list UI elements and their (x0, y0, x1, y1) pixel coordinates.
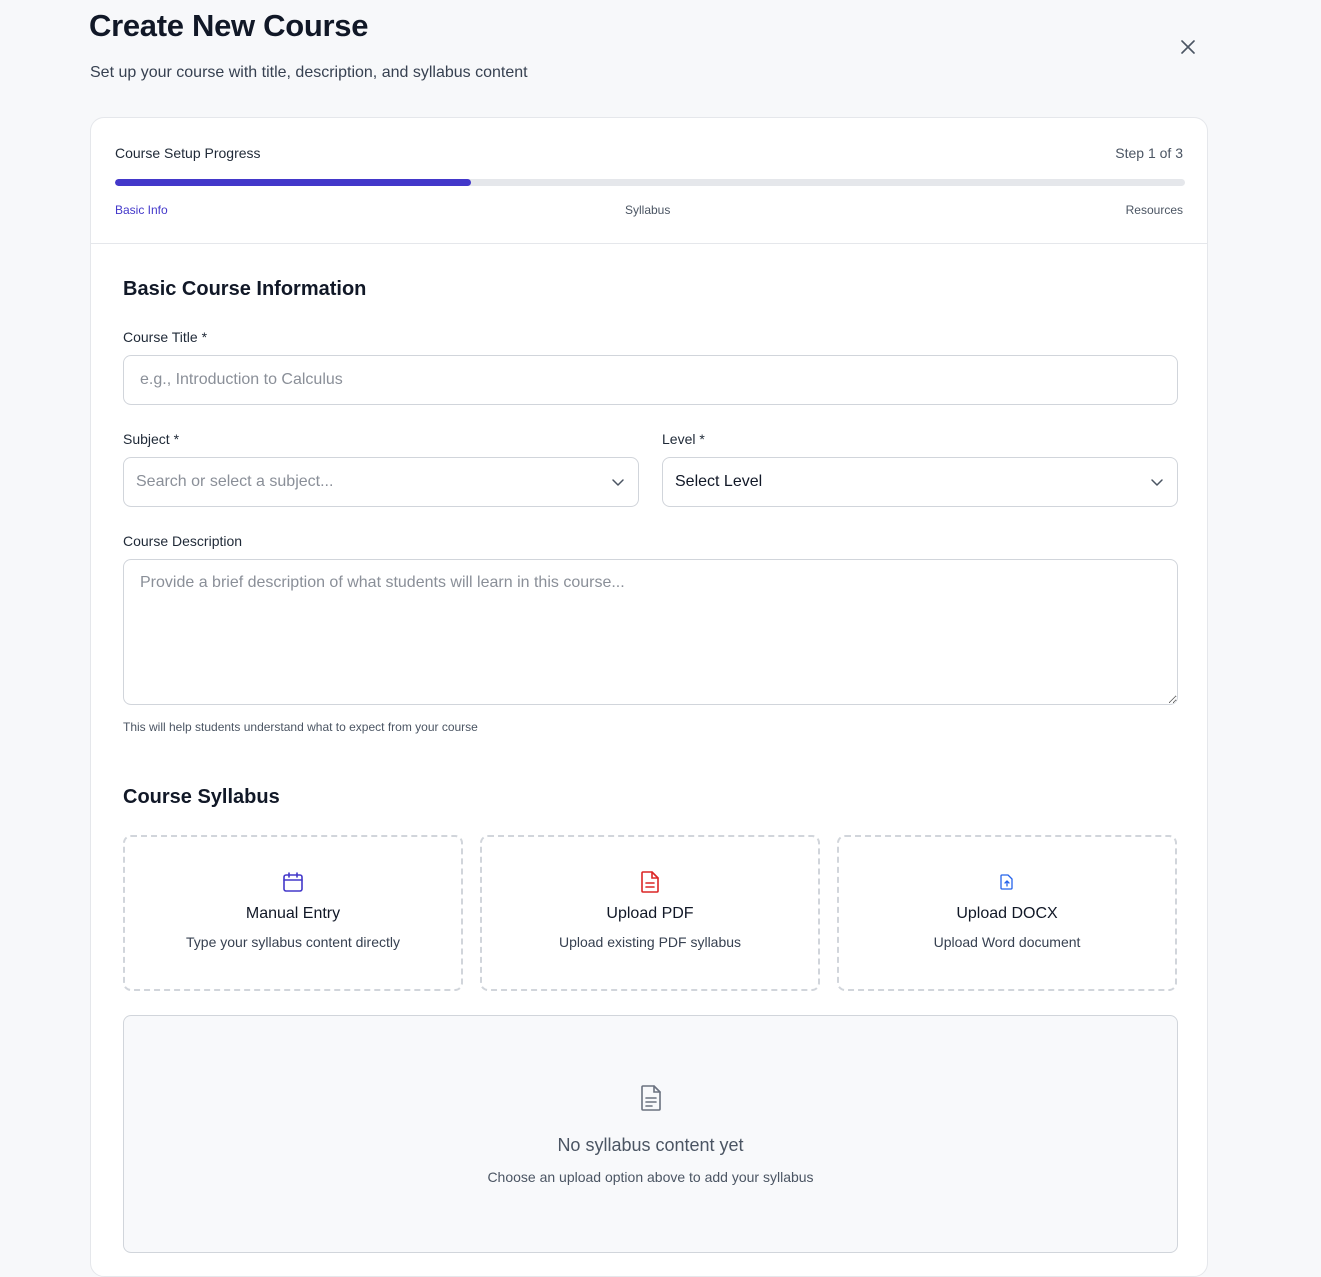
course-form-card: Course Setup Progress Step 1 of 3 Basic … (90, 117, 1208, 1277)
upload-pdf-option[interactable]: Upload PDF Upload existing PDF syllabus (480, 835, 820, 991)
step-resources[interactable]: Resources (1126, 203, 1183, 217)
progress-label: Course Setup Progress (115, 145, 261, 161)
course-title-label: Course Title * (123, 329, 208, 345)
step-basic-info[interactable]: Basic Info (115, 203, 168, 217)
subject-label: Subject * (123, 431, 180, 447)
course-description-label: Course Description (123, 533, 243, 549)
document-icon (638, 1084, 664, 1117)
basic-info-heading: Basic Course Information (123, 278, 367, 300)
upload-docx-title: Upload DOCX (956, 905, 1058, 922)
progress-section: Course Setup Progress Step 1 of 3 Basic … (91, 118, 1207, 244)
level-select-value: Select Level (675, 473, 763, 490)
upload-pdf-description: Upload existing PDF syllabus (558, 934, 742, 950)
chevron-down-icon (1149, 474, 1165, 490)
empty-state-title: No syllabus content yet (557, 1135, 744, 1155)
syllabus-heading: Course Syllabus (123, 786, 280, 808)
manual-entry-description: Type your syllabus content directly (186, 934, 400, 950)
subject-select[interactable]: Search or select a subject... (123, 457, 639, 507)
progress-bar (115, 179, 1185, 186)
file-upload-icon (1000, 870, 1014, 894)
course-title-input[interactable] (123, 355, 1178, 405)
syllabus-empty-state: No syllabus content yet Choose an upload… (123, 1015, 1178, 1253)
chevron-down-icon (610, 474, 626, 490)
upload-docx-description: Upload Word document (933, 934, 1081, 950)
progress-step-counter: Step 1 of 3 (1115, 145, 1183, 161)
progress-bar-fill (115, 179, 472, 186)
close-icon (1181, 40, 1195, 54)
subject-select-placeholder: Search or select a subject... (136, 473, 334, 490)
page-title: Create New Course (89, 8, 369, 43)
description-helper-text: This will help students understand what … (123, 720, 478, 734)
level-select[interactable]: Select Level (662, 457, 1178, 507)
empty-state-description: Choose an upload option above to add you… (487, 1169, 814, 1185)
level-label: Level * (662, 431, 705, 447)
upload-pdf-title: Upload PDF (606, 905, 694, 922)
close-button[interactable] (1176, 35, 1200, 59)
file-text-icon (639, 870, 661, 894)
manual-entry-option[interactable]: Manual Entry Type your syllabus content … (123, 835, 463, 991)
course-description-textarea[interactable] (123, 559, 1178, 705)
upload-docx-option[interactable]: Upload DOCX Upload Word document (837, 835, 1177, 991)
manual-entry-title: Manual Entry (245, 905, 341, 922)
step-syllabus[interactable]: Syllabus (625, 203, 670, 217)
calendar-icon (282, 870, 304, 894)
page-subtitle: Set up your course with title, descripti… (90, 64, 528, 81)
